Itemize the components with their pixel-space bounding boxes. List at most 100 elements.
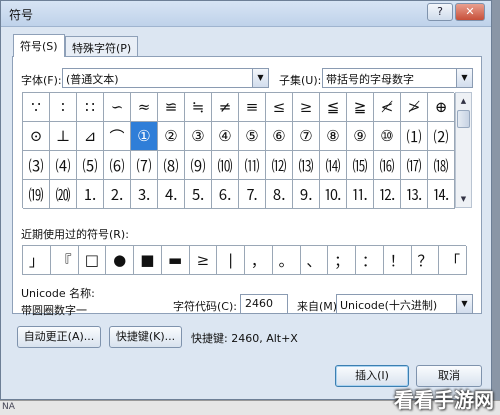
symbol-cell[interactable]: ⑤ xyxy=(239,122,266,151)
symbol-cell[interactable]: ⒃ xyxy=(374,151,401,180)
symbol-grid-scrollbar[interactable]: ▲ ▼ xyxy=(455,92,472,208)
symbol-cell[interactable]: ⑦ xyxy=(293,122,320,151)
recent-symbol-cell[interactable]: ， xyxy=(245,246,273,275)
chevron-down-icon[interactable]: ▼ xyxy=(456,295,472,313)
chevron-down-icon[interactable]: ▼ xyxy=(456,69,472,87)
symbol-cell[interactable]: ④ xyxy=(212,122,239,151)
symbol-cell[interactable]: ⊿ xyxy=(77,122,104,151)
from-label: 来自(M): xyxy=(297,300,341,313)
symbol-cell[interactable]: ⒓ xyxy=(374,180,401,209)
symbol-cell[interactable]: ≒ xyxy=(185,93,212,122)
symbol-cell[interactable]: ⒌ xyxy=(185,180,212,209)
symbol-cell[interactable]: ⒂ xyxy=(347,151,374,180)
symbol-cell[interactable]: ⑵ xyxy=(428,122,455,151)
symbol-cell[interactable]: ⑻ xyxy=(158,151,185,180)
symbol-cell[interactable]: ⑹ xyxy=(104,151,131,180)
symbol-cell[interactable]: ② xyxy=(158,122,185,151)
symbol-cell[interactable]: ≯ xyxy=(401,93,428,122)
close-button[interactable]: ✕ xyxy=(455,3,485,21)
recent-symbol-cell[interactable]: 」 xyxy=(23,246,51,275)
symbol-cell[interactable]: ⒑ xyxy=(320,180,347,209)
symbol-cell[interactable]: ⒉ xyxy=(104,180,131,209)
symbol-cell[interactable]: ⒍ xyxy=(212,180,239,209)
symbol-cell[interactable]: ⒏ xyxy=(266,180,293,209)
subset-select[interactable]: 带括号的字母数字 ▼ xyxy=(322,68,473,88)
chevron-down-icon[interactable]: ▼ xyxy=(252,69,268,87)
symbol-cell[interactable]: ⒒ xyxy=(347,180,374,209)
char-code-input[interactable]: 2460 xyxy=(240,294,288,314)
title-bar: 符号 ? ✕ xyxy=(1,1,491,27)
symbol-cell[interactable]: ⒔ xyxy=(401,180,428,209)
symbol-cell[interactable]: ⑺ xyxy=(131,151,158,180)
recent-symbol-cell[interactable]: ■ xyxy=(134,246,162,275)
recent-symbol-cell[interactable]: ！ xyxy=(383,246,412,275)
symbol-cell[interactable]: ⑴ xyxy=(401,122,428,151)
tab-special-characters[interactable]: 特殊字符(P) xyxy=(65,36,138,57)
symbol-cell[interactable]: ⒀ xyxy=(293,151,320,180)
symbol-cell[interactable]: ≥ xyxy=(293,93,320,122)
symbol-cell[interactable]: ∷ xyxy=(77,93,104,122)
symbol-cell[interactable]: ① xyxy=(131,122,158,151)
symbol-cell[interactable]: ≦ xyxy=(320,93,347,122)
symbol-cell[interactable]: ⑾ xyxy=(239,151,266,180)
symbol-cell[interactable]: ≧ xyxy=(347,93,374,122)
symbol-cell[interactable]: ⑧ xyxy=(320,122,347,151)
recent-symbol-cell[interactable]: ： xyxy=(356,246,384,275)
symbol-cell[interactable]: ⒈ xyxy=(77,180,104,209)
dialog-title: 符号 xyxy=(9,8,34,22)
symbol-cell[interactable]: ⒆ xyxy=(23,180,50,209)
scroll-thumb[interactable] xyxy=(457,110,470,128)
symbol-cell[interactable]: ⑿ xyxy=(266,151,293,180)
symbol-cell[interactable]: ⊙ xyxy=(23,122,50,151)
symbol-cell[interactable]: ≠ xyxy=(212,93,239,122)
recent-symbol-cell[interactable]: 『 xyxy=(50,246,79,275)
symbol-cell[interactable]: ⒐ xyxy=(293,180,320,209)
recent-symbol-cell[interactable]: □ xyxy=(78,246,107,275)
symbol-cell[interactable]: ⑥ xyxy=(266,122,293,151)
symbol-cell[interactable]: ≈ xyxy=(131,93,158,122)
symbol-cell[interactable]: ⌒ xyxy=(104,122,131,151)
symbol-cell[interactable]: ⒊ xyxy=(131,180,158,209)
recent-symbol-cell[interactable]: ？ xyxy=(411,246,440,275)
font-select[interactable]: (普通文本) ▼ xyxy=(62,68,269,88)
symbol-cell[interactable]: ⑽ xyxy=(212,151,239,180)
symbol-cell[interactable]: ③ xyxy=(185,122,212,151)
tab-symbols[interactable]: 符号(S) xyxy=(13,34,65,57)
scroll-down-arrow-icon[interactable]: ▼ xyxy=(456,191,471,207)
symbol-cell[interactable]: ⑼ xyxy=(185,151,212,180)
symbol-cell[interactable]: ⊕ xyxy=(428,93,455,122)
autocorrect-button[interactable]: 自动更正(A)... xyxy=(17,326,101,348)
recent-symbol-cell[interactable]: 。 xyxy=(272,246,301,275)
symbol-cell[interactable]: ⑶ xyxy=(23,151,50,180)
symbol-cell[interactable]: ≤ xyxy=(266,93,293,122)
symbol-cell[interactable]: ≌ xyxy=(158,93,185,122)
symbol-cell[interactable]: ⊥ xyxy=(50,122,77,151)
recent-symbol-cell[interactable]: ● xyxy=(106,246,134,275)
symbol-cell[interactable]: ⒕ xyxy=(428,180,455,209)
symbol-cell[interactable]: ⒋ xyxy=(158,180,185,209)
recent-symbol-cell[interactable]: 、 xyxy=(300,246,329,275)
recent-symbol-cell[interactable]: 「 xyxy=(439,246,467,275)
symbol-cell[interactable]: ∶ xyxy=(50,93,77,122)
symbol-cell[interactable]: ⑸ xyxy=(77,151,104,180)
symbol-cell[interactable]: ⒎ xyxy=(239,180,266,209)
symbol-cell[interactable]: ⒄ xyxy=(401,151,428,180)
recent-symbol-cell[interactable]: ； xyxy=(328,246,356,275)
symbol-cell[interactable]: ≡ xyxy=(239,93,266,122)
scroll-up-arrow-icon[interactable]: ▲ xyxy=(456,93,471,109)
symbol-cell[interactable]: ⑷ xyxy=(50,151,77,180)
symbol-cell[interactable]: ⑨ xyxy=(347,122,374,151)
symbol-cell[interactable]: ⒁ xyxy=(320,151,347,180)
symbol-cell[interactable]: ∽ xyxy=(104,93,131,122)
symbol-cell[interactable]: ∵ xyxy=(23,93,50,122)
symbol-cell[interactable]: ⒇ xyxy=(50,180,77,209)
shortcut-key-button[interactable]: 快捷键(K)... xyxy=(109,326,182,348)
symbol-cell[interactable]: ⒅ xyxy=(428,151,455,180)
symbol-cell[interactable]: ⑩ xyxy=(374,122,401,151)
symbol-cell[interactable]: ≮ xyxy=(374,93,401,122)
recent-symbol-cell[interactable]: ≥ xyxy=(189,246,218,275)
recent-symbol-cell[interactable]: | xyxy=(217,246,245,275)
from-select[interactable]: Unicode(十六进制) ▼ xyxy=(336,294,473,314)
recent-symbol-cell[interactable]: ▬ xyxy=(161,246,190,275)
help-button[interactable]: ? xyxy=(427,3,453,21)
